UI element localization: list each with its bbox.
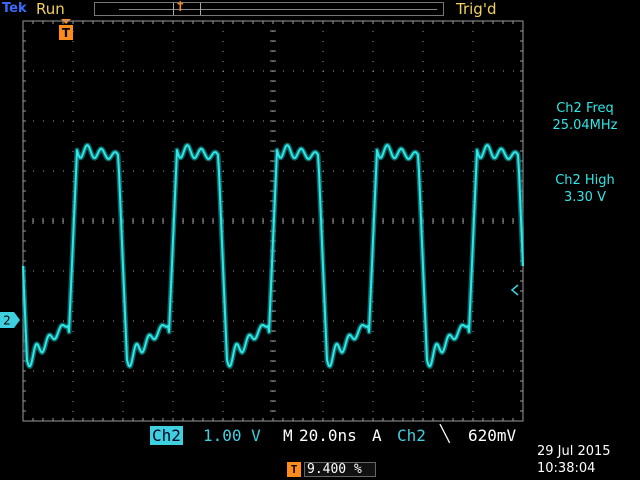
time-per-div[interactable]: 20.0ns: [299, 426, 357, 445]
trigger-mode: A: [372, 426, 382, 445]
svg-text:2: 2: [3, 314, 11, 328]
trigger-position-icon: T: [287, 462, 301, 477]
trigger-level[interactable]: 620mV: [468, 426, 516, 445]
volts-per-div[interactable]: 1.00 V: [203, 426, 261, 445]
acquisition-status[interactable]: Run: [36, 0, 65, 18]
measurement-high-label: Ch2 High: [555, 173, 615, 188]
timeline-line: [119, 9, 437, 10]
measurement-freq-label: Ch2 Freq: [556, 101, 614, 116]
measurement-high-value: 3.30 V: [564, 190, 606, 205]
trigger-state: Trig'd: [456, 0, 497, 18]
falling-edge-icon[interactable]: ╲: [440, 424, 450, 443]
trigger-position-value[interactable]: 9.400 %: [304, 462, 376, 477]
waveform-display[interactable]: [22, 20, 524, 422]
trigger-position-icon: Ṫ: [177, 1, 184, 14]
date-readout: 29 Jul 2015: [537, 444, 611, 459]
trigger-level-arrow-icon[interactable]: [510, 284, 520, 296]
timebase-mode: M: [283, 426, 293, 445]
time-readout: 10:38:04: [537, 461, 596, 476]
channel-label[interactable]: Ch2: [150, 426, 183, 445]
record-timeline: Ṫ: [94, 1, 444, 16]
status-bar: Tek Run Ṫ Trig'd: [0, 0, 640, 20]
brand-logo: Tek: [2, 1, 27, 16]
measurement-freq-value: 25.04MHz: [552, 118, 618, 133]
trigger-source[interactable]: Ch2: [397, 426, 426, 445]
ch2-ground-marker[interactable]: 2: [0, 312, 20, 328]
